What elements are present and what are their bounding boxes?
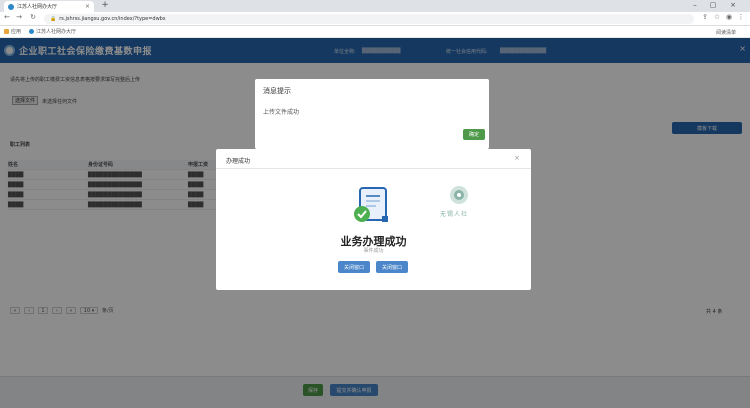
dialog-close-icon[interactable]: × [514,154,520,162]
message-box-text: 上传文件成功 [263,109,300,116]
document-success-icon [354,187,388,222]
reload-icon[interactable]: ↻ [28,13,38,21]
url-input[interactable]: 🔒 rs.jshrss.jiangsu.gov.cn/index/?type=d… [44,14,694,24]
site-favicon-icon [29,29,35,34]
site-favicon-icon [8,3,14,10]
seal-text: 无锡人社 [440,211,469,218]
bookmark-site[interactable]: 江苏人社网办大厅 [29,28,76,35]
bookmark-star-icon[interactable]: ☆ [712,13,722,21]
browser-tab[interactable]: 江苏人社网办大厅 × [4,1,94,12]
share-icon[interactable]: ⇪ [700,13,710,21]
dialog-title: 办理成功 [226,158,251,165]
seal-emblem-icon [450,186,468,204]
dialog-close-button-2[interactable]: 关闭窗口 [376,261,408,273]
window-close-button[interactable]: × [726,1,740,9]
browser-tab-bar [0,0,750,12]
bookmarks-bar: 应用 江苏人社网办大厅 [0,26,750,38]
url-text: rs.jshrss.jiangsu.gov.cn/index/?type=dwb… [59,16,166,22]
back-arrow-icon[interactable]: ← [2,13,12,21]
maximize-button[interactable]: ▢ [706,1,720,9]
dialog-close-button-1[interactable]: 关闭窗口 [338,261,370,273]
reading-list[interactable]: 阅读清单 [716,29,736,36]
apps-grid-icon [4,29,9,34]
lock-icon: 🔒 [50,16,57,22]
tab-close-icon[interactable]: × [85,3,90,10]
forward-arrow-icon[interactable]: → [14,13,24,21]
menu-dots-icon[interactable]: ⋮ [736,13,746,21]
minimize-button[interactable]: – [688,1,702,9]
new-tab-button[interactable]: + [100,0,110,10]
success-subtitle: 事件成功 [363,248,384,254]
profile-icon[interactable]: ◉ [724,13,734,21]
message-box-title: 消息提示 [263,87,291,95]
bookmark-apps[interactable]: 应用 [4,28,21,35]
dialog-divider [216,168,531,169]
tab-title: 江苏人社网办大厅 [17,4,58,10]
message-ok-button[interactable]: 确定 [463,129,485,140]
